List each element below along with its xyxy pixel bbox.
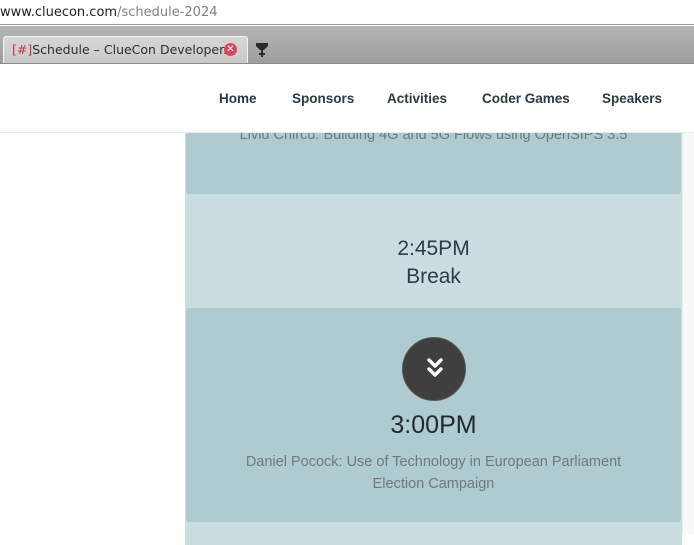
nav-item-speakers[interactable]: Speakers xyxy=(602,91,662,106)
scrollbar[interactable] xyxy=(682,133,694,534)
session-title-line1: Daniel Pocock: Use of Technology in Euro… xyxy=(245,454,622,470)
tab-title: Schedule – ClueCon Developer... xyxy=(32,42,236,57)
main-nav: Home Sponsors Activities Coder Games Spe… xyxy=(0,65,694,133)
tab-strip: [#]Schedule – ClueCon Developer... ✕ xyxy=(0,26,694,64)
nav-item-activities[interactable]: Activities xyxy=(387,91,447,106)
session-title-line2: Election Campaign xyxy=(372,476,495,492)
url-path: /schedule-2024 xyxy=(117,5,218,20)
schedule-list: Liviu Chircu: Building 4G and 5G Flows u… xyxy=(185,105,682,545)
url-host: www.cluecon.com xyxy=(0,5,118,20)
session-block: 3:00PM Daniel Pocock: Use of Technology … xyxy=(186,308,681,522)
session-title: Break xyxy=(406,265,461,288)
nav-item-sponsors[interactable]: Sponsors xyxy=(292,91,354,106)
session-time: 3:00PM xyxy=(390,411,477,439)
nav-item-home[interactable]: Home xyxy=(219,91,257,106)
session-time: 2:45PM xyxy=(397,237,470,260)
browser-tab[interactable]: [#]Schedule – ClueCon Developer... ✕ xyxy=(3,36,248,63)
tab-marker: [#] xyxy=(12,42,33,57)
url-bar[interactable]: www.cluecon.com/schedule-2024 xyxy=(0,0,694,25)
expand-button[interactable] xyxy=(402,337,466,401)
nav-item-coder-games[interactable]: Coder Games xyxy=(482,91,570,106)
new-tab-icon[interactable] xyxy=(255,42,271,58)
chevron-double-down-icon xyxy=(427,358,443,377)
web-page: Liviu Chircu: Building 4G and 5G Flows u… xyxy=(0,65,694,545)
close-icon[interactable]: ✕ xyxy=(224,43,237,56)
